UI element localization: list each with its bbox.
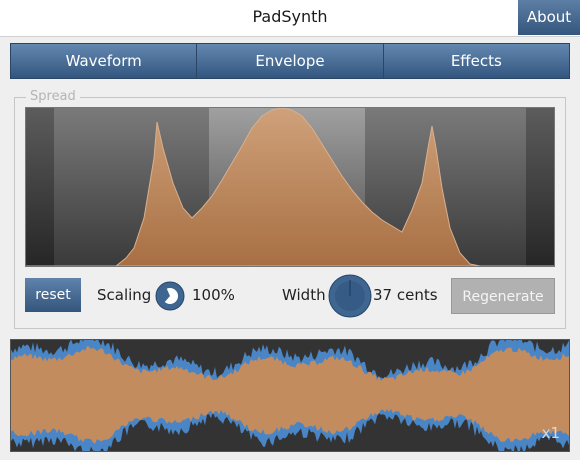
title-bar: PadSynth About — [0, 0, 580, 37]
app-title: PadSynth — [252, 7, 328, 26]
spread-spectrum-view[interactable] — [25, 107, 555, 267]
width-label: Width — [282, 286, 326, 304]
waveform-graph — [11, 340, 569, 451]
tab-waveform[interactable]: Waveform — [11, 44, 198, 78]
regenerate-button[interactable]: Regenerate — [451, 278, 555, 314]
zoom-level: x1 — [541, 424, 560, 442]
tab-effects[interactable]: Effects — [383, 44, 569, 78]
spread-spectrum-graph — [26, 108, 554, 266]
spread-group-label: Spread — [26, 89, 80, 104]
scaling-knob[interactable] — [155, 281, 185, 311]
tab-bar: Waveform Envelope Effects — [10, 43, 570, 79]
reset-button[interactable]: reset — [25, 278, 81, 312]
scaling-label: Scaling — [97, 286, 152, 304]
scaling-value: 100% — [192, 286, 235, 304]
about-button[interactable]: About — [518, 0, 580, 35]
tab-envelope[interactable]: Envelope — [197, 44, 384, 78]
width-value: 37 cents — [373, 286, 438, 304]
width-knob[interactable] — [328, 274, 372, 318]
waveform-view[interactable] — [10, 339, 570, 452]
